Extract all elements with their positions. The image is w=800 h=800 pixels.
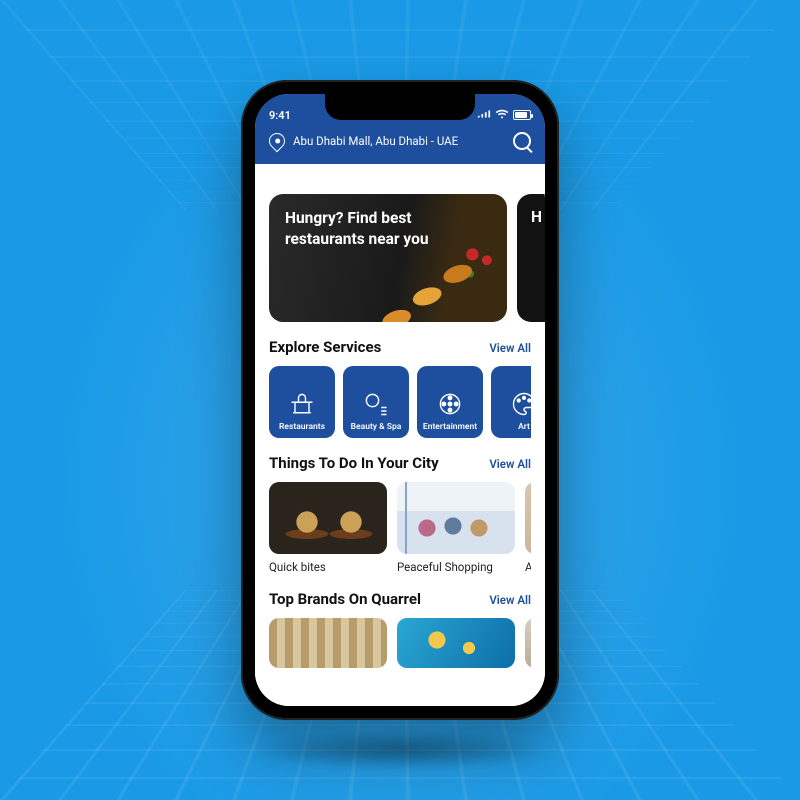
thing-card-shopping[interactable]: Peaceful Shopping — [397, 482, 515, 574]
service-tile-entertainment[interactable]: Entertainment — [417, 366, 483, 438]
phone-shadow — [250, 730, 550, 770]
thing-label: Art — [525, 560, 531, 574]
status-icons — [477, 109, 531, 122]
section-title: Things To Do In Your City — [269, 454, 439, 472]
service-label: Art — [518, 422, 530, 432]
promo-stage: 9:41 Abu Dhabi Mall, Abu Dha — [0, 0, 800, 800]
hero-carousel[interactable]: Hungry? Find best restaurants near you H — [269, 194, 531, 322]
battery-icon — [513, 110, 531, 120]
service-label: Restaurants — [279, 422, 325, 432]
thing-label: Peaceful Shopping — [397, 560, 515, 574]
brand-card[interactable] — [269, 618, 387, 668]
service-tile-restaurants[interactable]: Restaurants — [269, 366, 335, 438]
service-label: Entertainment — [423, 422, 477, 432]
brand-card[interactable] — [397, 618, 515, 668]
section-head-services: Explore Services View All — [269, 338, 531, 356]
hero-card-next[interactable]: H — [517, 194, 545, 322]
restaurant-icon — [288, 390, 316, 418]
entertainment-icon — [436, 390, 464, 418]
signal-icon — [477, 109, 491, 122]
hero-card-next-title: H — [531, 208, 542, 226]
thing-card-art[interactable]: Art — [525, 482, 531, 574]
art-icon — [510, 390, 531, 418]
service-label: Beauty & Spa — [351, 422, 402, 432]
things-row: Quick bites Peaceful Shopping Art — [269, 482, 531, 574]
section-title: Explore Services — [269, 338, 381, 356]
phone-screen: 9:41 Abu Dhabi Mall, Abu Dha — [255, 94, 545, 706]
location-selector[interactable]: Abu Dhabi Mall, Abu Dhabi - UAE — [269, 133, 458, 149]
brands-row — [269, 618, 531, 668]
service-tile-art[interactable]: Art — [491, 366, 531, 438]
view-all-brands[interactable]: View All — [489, 593, 531, 607]
search-icon[interactable] — [513, 132, 531, 150]
beauty-icon — [362, 390, 390, 418]
view-all-things[interactable]: View All — [489, 457, 531, 471]
phone-frame: 9:41 Abu Dhabi Mall, Abu Dha — [241, 80, 559, 720]
services-grid: Restaurants Beauty & Spa Entertainment — [269, 366, 531, 438]
wifi-icon — [495, 109, 509, 122]
app-content: Hungry? Find best restaurants near you H… — [255, 180, 545, 706]
thing-image — [397, 482, 515, 554]
status-time: 9:41 — [269, 109, 291, 122]
location-text: Abu Dhabi Mall, Abu Dhabi - UAE — [293, 134, 458, 148]
brand-card[interactable] — [525, 618, 531, 668]
location-pin-icon — [266, 130, 289, 153]
section-head-brands: Top Brands On Quarrel View All — [269, 590, 531, 608]
view-all-services[interactable]: View All — [489, 341, 531, 355]
section-title: Top Brands On Quarrel — [269, 590, 421, 608]
thing-image — [525, 482, 531, 554]
service-tile-beauty[interactable]: Beauty & Spa — [343, 366, 409, 438]
section-head-things: Things To Do In Your City View All — [269, 454, 531, 472]
thing-label: Quick bites — [269, 560, 387, 574]
thing-card-quick-bites[interactable]: Quick bites — [269, 482, 387, 574]
phone-notch — [325, 94, 475, 120]
hero-card-restaurants[interactable]: Hungry? Find best restaurants near you — [269, 194, 507, 322]
thing-image — [269, 482, 387, 554]
location-row: Abu Dhabi Mall, Abu Dhabi - UAE — [269, 132, 531, 150]
